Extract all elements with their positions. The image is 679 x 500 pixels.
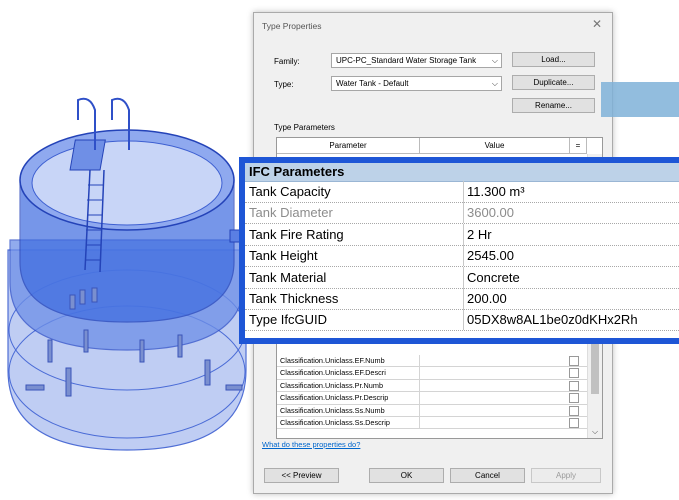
ifc-parameter-name: Tank Height <box>249 248 318 264</box>
duplicate-button[interactable]: Duplicate... <box>512 75 595 90</box>
close-icon[interactable]: ✕ <box>592 17 602 31</box>
ifc-parameter-value[interactable]: 2545.00 <box>463 245 514 267</box>
formula-checkbox[interactable] <box>569 393 579 404</box>
ifc-parameter-value[interactable]: 11.300 m³ <box>463 181 525 202</box>
ifc-parameter-name: Type IfcGUID <box>249 312 328 328</box>
cancel-button[interactable]: Cancel <box>450 468 525 483</box>
parameter-value-cell[interactable] <box>419 379 570 392</box>
formula-checkbox[interactable] <box>569 417 579 428</box>
table-row[interactable]: Classification.Uniclass.Ss.Descrip <box>277 416 587 430</box>
table-row[interactable]: Classification.Uniclass.EF.Numb <box>277 355 587 368</box>
ifc-parameter-value[interactable]: 05DX8w8AL1be0z0dKHx2Rh <box>463 309 638 331</box>
parameter-name: Classification.Uniclass.EF.Numb <box>280 356 385 365</box>
ifc-parameter-value[interactable]: 3600.00 <box>463 202 514 224</box>
ifc-parameter-name: Tank Thickness <box>249 291 339 306</box>
ifc-parameter-row[interactable]: Type IfcGUID 05DX8w8AL1be0z0dKHx2Rh <box>245 309 679 332</box>
chevron-down-icon: ⌵ <box>491 79 498 88</box>
formula-checkbox[interactable] <box>569 356 579 366</box>
dialog-title: Type Properties <box>262 21 322 31</box>
ifc-parameter-value[interactable]: Concrete <box>463 266 520 288</box>
chevron-down-icon: ⌵ <box>491 56 498 65</box>
ifc-parameters-header: IFC Parameters <box>245 163 679 182</box>
ifc-parameters-panel: IFC Parameters Tank Capacity 11.300 m³ Tan… <box>239 157 679 344</box>
load-button[interactable]: Load... <box>512 52 595 67</box>
type-label: Type: <box>274 80 294 89</box>
col-header-value[interactable]: Value <box>420 138 570 154</box>
parameter-name: Classification.Uniclass.Pr.Descrip <box>280 393 389 403</box>
ifc-parameter-row[interactable]: Tank Thickness 200.00 <box>245 288 679 310</box>
highlight-overlay <box>601 82 679 117</box>
type-dropdown[interactable]: Water Tank - Default ⌵ <box>331 76 502 91</box>
ok-button[interactable]: OK <box>369 468 444 483</box>
preview-button[interactable]: << Preview <box>264 468 339 483</box>
rename-button[interactable]: Rename... <box>512 98 595 113</box>
parameter-name: Classification.Uniclass.EF.Descri <box>280 368 386 378</box>
apply-button[interactable]: Apply <box>531 468 601 483</box>
table-row[interactable]: Classification.Uniclass.Pr.Descrip <box>277 392 587 405</box>
ifc-parameter-name: Tank Material <box>249 269 327 285</box>
ifc-parameter-name: Tank Diameter <box>249 205 333 221</box>
ifc-parameter-row[interactable]: Tank Material Concrete <box>245 266 679 289</box>
ifc-parameter-value[interactable]: 2 Hr <box>463 223 492 245</box>
parameter-name: Classification.Uniclass.Ss.Descrip <box>280 417 390 427</box>
parameter-name: Classification.Uniclass.Pr.Numb <box>280 380 384 390</box>
parameter-value-cell[interactable] <box>419 355 570 367</box>
type-parameters-label: Type Parameters <box>274 123 335 132</box>
parameter-name: Classification.Uniclass.Ss.Numb <box>280 405 385 415</box>
ifc-parameter-row[interactable]: Tank Fire Rating 2 Hr <box>245 223 679 246</box>
ifc-parameter-name: Tank Capacity <box>249 184 331 199</box>
formula-checkbox[interactable] <box>569 380 579 391</box>
family-label: Family: <box>274 57 300 66</box>
parameter-value-cell[interactable] <box>419 416 570 429</box>
formula-checkbox[interactable] <box>569 368 579 379</box>
parameter-value-cell[interactable] <box>419 392 570 404</box>
ifc-parameter-name: Tank Fire Rating <box>249 226 344 242</box>
parameter-value-cell[interactable] <box>419 404 570 416</box>
chevron-down-icon[interactable]: ⌵ <box>588 427 602 437</box>
type-value: Water Tank - Default <box>336 79 409 88</box>
family-value: UPC-PC_Standard Water Storage Tank <box>336 56 477 65</box>
ifc-parameter-row[interactable]: Tank Diameter 3600.00 <box>245 202 679 225</box>
ifc-parameter-row[interactable]: Tank Capacity 11.300 m³ <box>245 181 679 203</box>
parameter-rows: Classification.Uniclass.EF.Numb Classific… <box>277 355 587 430</box>
ifc-parameter-row[interactable]: Tank Height 2545.00 <box>245 245 679 268</box>
formula-checkbox[interactable] <box>569 405 579 416</box>
help-link[interactable]: What do these properties do? <box>262 440 360 449</box>
table-row[interactable]: Classification.Uniclass.Ss.Numb <box>277 404 587 417</box>
col-header-eq[interactable]: = <box>570 138 587 154</box>
table-row[interactable]: Classification.Uniclass.Pr.Numb <box>277 379 587 393</box>
ifc-parameter-value[interactable]: 200.00 <box>463 288 507 309</box>
table-row[interactable]: Classification.Uniclass.EF.Descri <box>277 367 587 380</box>
col-header-parameter[interactable]: Parameter <box>277 138 420 154</box>
family-dropdown[interactable]: UPC-PC_Standard Water Storage Tank ⌵ <box>331 53 502 68</box>
parameter-value-cell[interactable] <box>419 367 570 379</box>
